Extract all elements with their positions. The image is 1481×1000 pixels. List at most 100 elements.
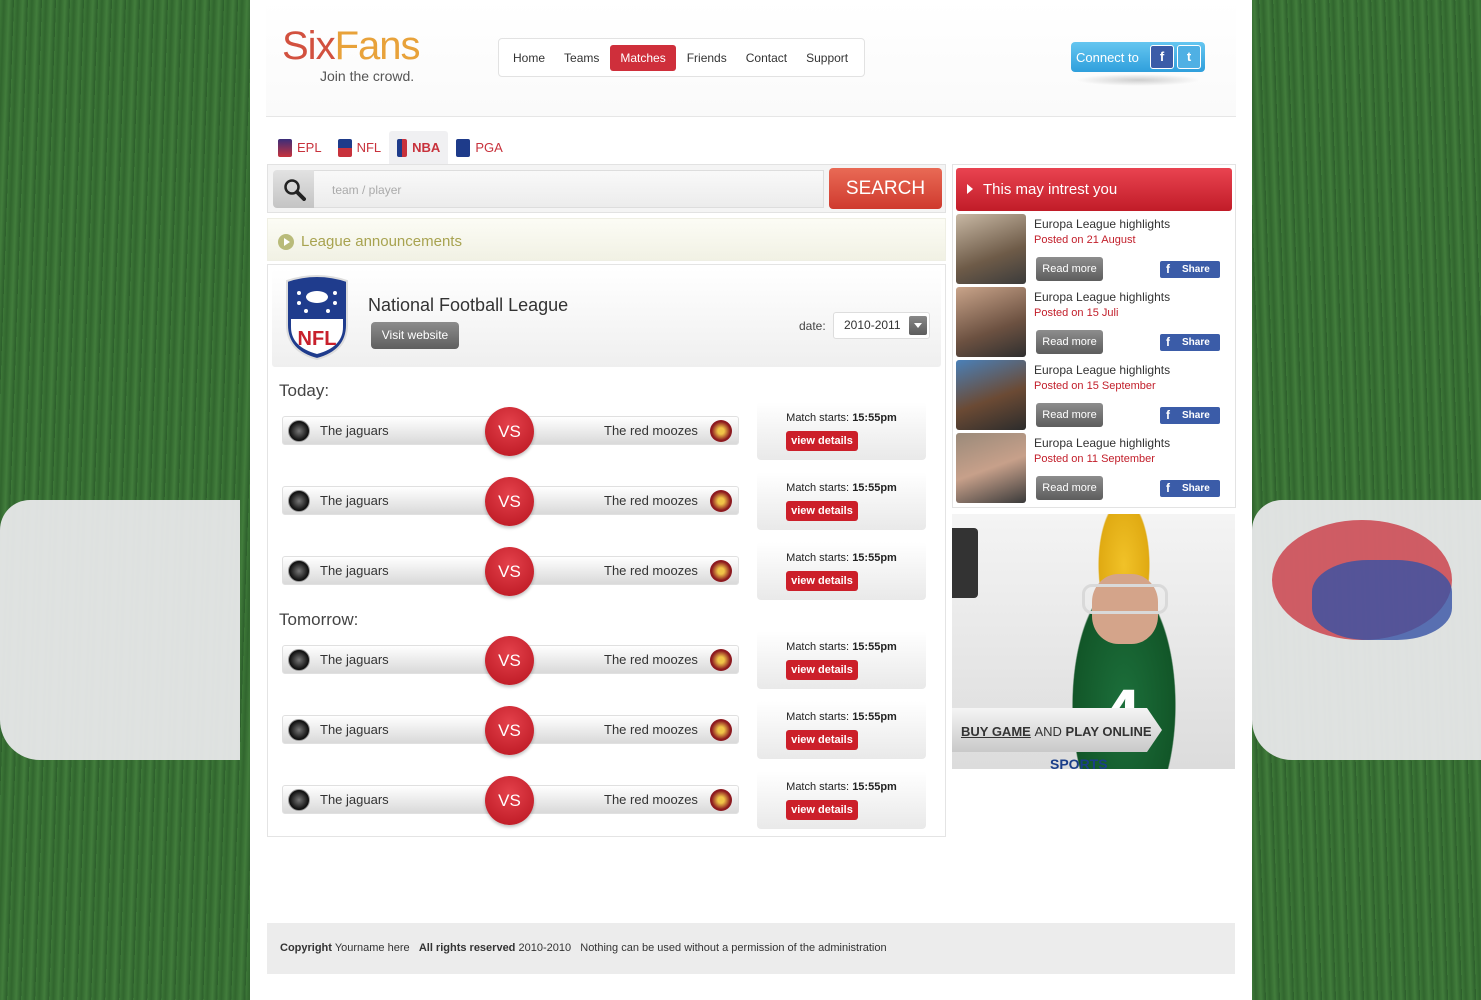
page-container: SixFans Join the crowd. Home Teams Match…	[250, 0, 1252, 1000]
home-team[interactable]: The jaguars	[320, 563, 389, 578]
match-info: Match starts: 15:55pm view details	[757, 771, 926, 829]
view-details-button[interactable]: view details	[786, 501, 858, 521]
home-team[interactable]: The jaguars	[320, 792, 389, 807]
vs-badge: VS	[485, 776, 534, 825]
advert-text: BUY GAME AND PLAY ONLINE	[961, 724, 1152, 739]
season-value: 2010-2011	[844, 318, 901, 332]
news-title[interactable]: Europa League highlights	[1034, 290, 1170, 304]
redskins-icon	[710, 490, 732, 512]
matches-panel: NFL National Football League Visit websi…	[267, 264, 946, 837]
nav-teams[interactable]: Teams	[556, 45, 607, 71]
vs-badge: VS	[485, 407, 534, 456]
sidebar-panel: This may intrest you Europa League highl…	[952, 164, 1236, 508]
away-team[interactable]: The red moozes	[604, 792, 698, 807]
home-team[interactable]: The jaguars	[320, 493, 389, 508]
play-icon	[278, 234, 294, 250]
match-start: Match starts: 15:55pm	[757, 641, 926, 653]
view-details-button[interactable]: view details	[786, 571, 858, 591]
connect-label: Connect to	[1076, 49, 1139, 65]
view-details-button[interactable]: view details	[786, 730, 858, 750]
facebook-icon[interactable]: f	[1150, 45, 1174, 69]
match-row: The jaguars The red moozes VS Match star…	[282, 472, 928, 530]
facebook-share-button[interactable]: Share	[1160, 334, 1220, 351]
twitter-icon[interactable]: t	[1177, 45, 1201, 69]
match-start-label: Match starts:	[786, 412, 850, 424]
home-team[interactable]: The jaguars	[320, 652, 389, 667]
nav-support[interactable]: Support	[798, 45, 856, 71]
redskins-icon	[710, 789, 732, 811]
rights-label: All rights reserved	[418, 942, 516, 954]
tab-label: NBA	[412, 140, 441, 155]
footer-owner: Yourname here	[334, 942, 410, 954]
view-details-button[interactable]: view details	[786, 800, 858, 820]
news-thumbnail[interactable]	[956, 214, 1026, 284]
news-title[interactable]: Europa League highlights	[1034, 217, 1170, 231]
away-team[interactable]: The red moozes	[604, 563, 698, 578]
news-thumbnail[interactable]	[956, 287, 1026, 357]
match-row: The jaguars The red moozes VS Match star…	[282, 542, 928, 600]
redskins-icon	[710, 719, 732, 741]
match-start-label: Match starts:	[786, 482, 850, 494]
match-time: 15:55pm	[852, 482, 897, 494]
match-info: Match starts: 15:55pm view details	[757, 701, 926, 759]
facebook-share-button[interactable]: Share	[1160, 480, 1220, 497]
game-advert[interactable]: 4 BUY GAME AND PLAY ONLINE SPORTS	[952, 514, 1235, 769]
main-nav: Home Teams Matches Friends Contact Suppo…	[498, 38, 865, 77]
news-thumbnail[interactable]	[956, 360, 1026, 430]
news-thumbnail[interactable]	[956, 433, 1026, 503]
search-button[interactable]: SEARCH	[829, 168, 942, 209]
nav-matches[interactable]: Matches	[610, 44, 676, 71]
nav-contact[interactable]: Contact	[738, 45, 795, 71]
nav-home[interactable]: Home	[505, 45, 553, 71]
match-row: The jaguars The red moozes VS Match star…	[282, 701, 928, 759]
facebook-share-button[interactable]: Share	[1160, 407, 1220, 424]
visit-website-button[interactable]: Visit website	[371, 322, 459, 349]
buy-game-link[interactable]: BUY GAME	[961, 724, 1031, 739]
read-more-button[interactable]: Read more	[1036, 403, 1103, 427]
read-more-button[interactable]: Read more	[1036, 476, 1103, 500]
sports-logo: SPORTS	[1050, 756, 1108, 769]
field-logo-blue	[1312, 560, 1452, 640]
away-team[interactable]: The red moozes	[604, 722, 698, 737]
match-row: The jaguars The red moozes VS Match star…	[282, 631, 928, 689]
match-start-label: Match starts:	[786, 711, 850, 723]
footer-years: 2010-2010	[518, 942, 572, 954]
raiders-icon	[288, 490, 310, 512]
league-announcements[interactable]: League announcements	[267, 218, 946, 261]
news-date: Posted on 21 August	[1034, 234, 1136, 246]
nav-friends[interactable]: Friends	[679, 45, 735, 71]
read-more-button[interactable]: Read more	[1036, 330, 1103, 354]
tab-nba[interactable]: NBA	[389, 131, 449, 164]
site-logo[interactable]: SixFans	[282, 24, 421, 69]
news-title[interactable]: Europa League highlights	[1034, 436, 1170, 450]
tab-epl[interactable]: EPL	[270, 131, 330, 164]
season-select[interactable]: 2010-2011	[833, 312, 930, 339]
play-online-link[interactable]: PLAY ONLINE	[1066, 724, 1152, 739]
redskins-icon	[710, 649, 732, 671]
tab-nfl[interactable]: NFL	[330, 131, 390, 164]
search-input[interactable]: team / player	[314, 170, 824, 208]
home-team[interactable]: The jaguars	[320, 423, 389, 438]
search-icon[interactable]	[273, 170, 314, 208]
news-title[interactable]: Europa League highlights	[1034, 363, 1170, 377]
away-team[interactable]: The red moozes	[604, 423, 698, 438]
connect-button[interactable]: Connect to f t	[1071, 42, 1205, 72]
match-row: The jaguars The red moozes VS Match star…	[282, 402, 928, 460]
view-details-button[interactable]: view details	[786, 431, 858, 451]
tab-pga[interactable]: PGA	[448, 131, 510, 164]
vs-badge: VS	[485, 636, 534, 685]
tab-label: NFL	[356, 140, 382, 155]
away-team[interactable]: The red moozes	[604, 493, 698, 508]
home-team[interactable]: The jaguars	[320, 722, 389, 737]
away-team[interactable]: The red moozes	[604, 652, 698, 667]
news-item: Europa League highlights Posted on 11 Se…	[956, 433, 1232, 503]
chevron-down-icon	[909, 316, 927, 335]
read-more-button[interactable]: Read more	[1036, 257, 1103, 281]
facebook-share-button[interactable]: Share	[1160, 261, 1220, 278]
date-label: date:	[799, 319, 826, 333]
epl-icon	[278, 138, 292, 157]
view-details-button[interactable]: view details	[786, 660, 858, 680]
news-date: Posted on 15 Juli	[1034, 307, 1119, 319]
match-start-label: Match starts:	[786, 641, 850, 653]
match-time: 15:55pm	[852, 781, 897, 793]
